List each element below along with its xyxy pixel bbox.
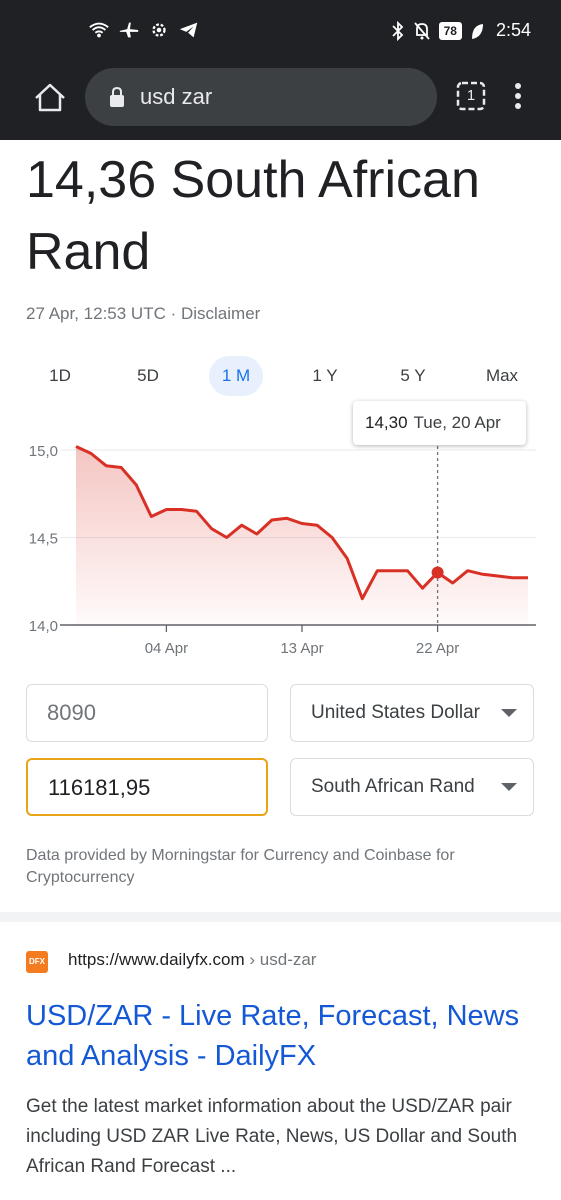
chevron-down-icon xyxy=(501,783,517,791)
home-icon[interactable] xyxy=(30,78,70,118)
to-currency-select[interactable]: South African Rand xyxy=(290,758,534,816)
gear-icon xyxy=(152,23,166,37)
chart-tooltip: 14,30 Tue, 20 Apr xyxy=(353,401,526,445)
exchange-rate-chart[interactable]: 15,0 14,5 14,0 04 Apr 13 Apr 22 Apr xyxy=(0,440,561,670)
section-divider xyxy=(0,912,561,922)
chart-x-tick-label: 13 Apr xyxy=(280,640,323,657)
address-text[interactable]: usd zar xyxy=(140,84,212,110)
tab-1d[interactable]: 1D xyxy=(36,356,84,396)
tab-5y[interactable]: 5 Y xyxy=(389,356,437,396)
rate-timestamp-line: 27 Apr, 12:53 UTC · Disclaimer xyxy=(26,304,260,324)
chevron-down-icon xyxy=(501,709,517,717)
chart-y-tick-label: 14,5 xyxy=(29,531,58,548)
status-bar: 78 2:54 xyxy=(0,0,561,60)
rate-timestamp: 27 Apr, 12:53 UTC · xyxy=(26,304,181,323)
tab-max[interactable]: Max xyxy=(476,356,528,396)
chart-x-tick-label: 04 Apr xyxy=(145,640,188,657)
data-provider-note: Data provided by Morningstar for Currenc… xyxy=(26,847,455,886)
chart-y-tick-label: 14,0 xyxy=(29,618,58,635)
result-snippet: Get the latest market information about … xyxy=(26,1096,518,1177)
tooltip-value: 14,30 xyxy=(365,413,408,432)
tab-5d[interactable]: 5D xyxy=(124,356,172,396)
result-url[interactable]: https://www.dailyfx.com › usd-zar xyxy=(68,950,316,970)
tab-1y[interactable]: 1 Y xyxy=(301,356,349,396)
status-icons-right: 78 2:54 xyxy=(391,20,531,41)
more-vert-icon[interactable] xyxy=(505,78,531,114)
tab-1m[interactable]: 1 M xyxy=(209,356,263,396)
from-amount-input[interactable]: 8090 xyxy=(26,684,268,742)
browser-toolbar: usd zar 1 xyxy=(0,60,561,140)
tab-switcher-button[interactable]: 1 xyxy=(455,80,487,112)
to-amount-input[interactable]: 116181,95 xyxy=(26,758,268,816)
result-domain[interactable]: https://www.dailyfx.com xyxy=(68,950,245,969)
time-range-tabs: 1D 5D 1 M 1 Y 5 Y Max xyxy=(26,356,536,396)
chart-x-tick-label: 22 Apr xyxy=(416,640,459,657)
leaf-icon xyxy=(471,23,483,39)
telegram-icon xyxy=(179,22,198,38)
from-currency-select[interactable]: United States Dollar xyxy=(290,684,534,742)
wifi-icon xyxy=(89,22,109,38)
dailyfx-favicon-icon: DFX xyxy=(26,951,48,973)
result-title-link[interactable]: USD/ZAR - Live Rate, Forecast, News and … xyxy=(26,996,546,1076)
lock-icon xyxy=(110,86,124,107)
battery-indicator: 78 xyxy=(438,21,462,40)
clock: 2:54 xyxy=(495,20,531,40)
address-bar[interactable]: usd zar xyxy=(85,68,437,126)
to-currency-label: South African Rand xyxy=(311,776,475,797)
tooltip-date: Tue, 20 Apr xyxy=(413,413,501,432)
airplane-icon xyxy=(119,22,139,38)
result-breadcrumb[interactable]: › usd-zar xyxy=(245,950,316,969)
from-currency-label: United States Dollar xyxy=(311,702,480,723)
exchange-rate-title: 14,36 South African Rand xyxy=(26,151,480,281)
disclaimer-link[interactable]: Disclaimer xyxy=(181,304,260,323)
chart-area-fill xyxy=(76,446,528,625)
bell-off-icon xyxy=(413,21,430,40)
status-icons-left xyxy=(88,20,200,40)
chart-highlight-point xyxy=(431,566,444,579)
tab-count: 1 xyxy=(466,87,476,104)
bluetooth-icon xyxy=(391,20,403,41)
chart-y-tick-label: 15,0 xyxy=(29,443,58,460)
